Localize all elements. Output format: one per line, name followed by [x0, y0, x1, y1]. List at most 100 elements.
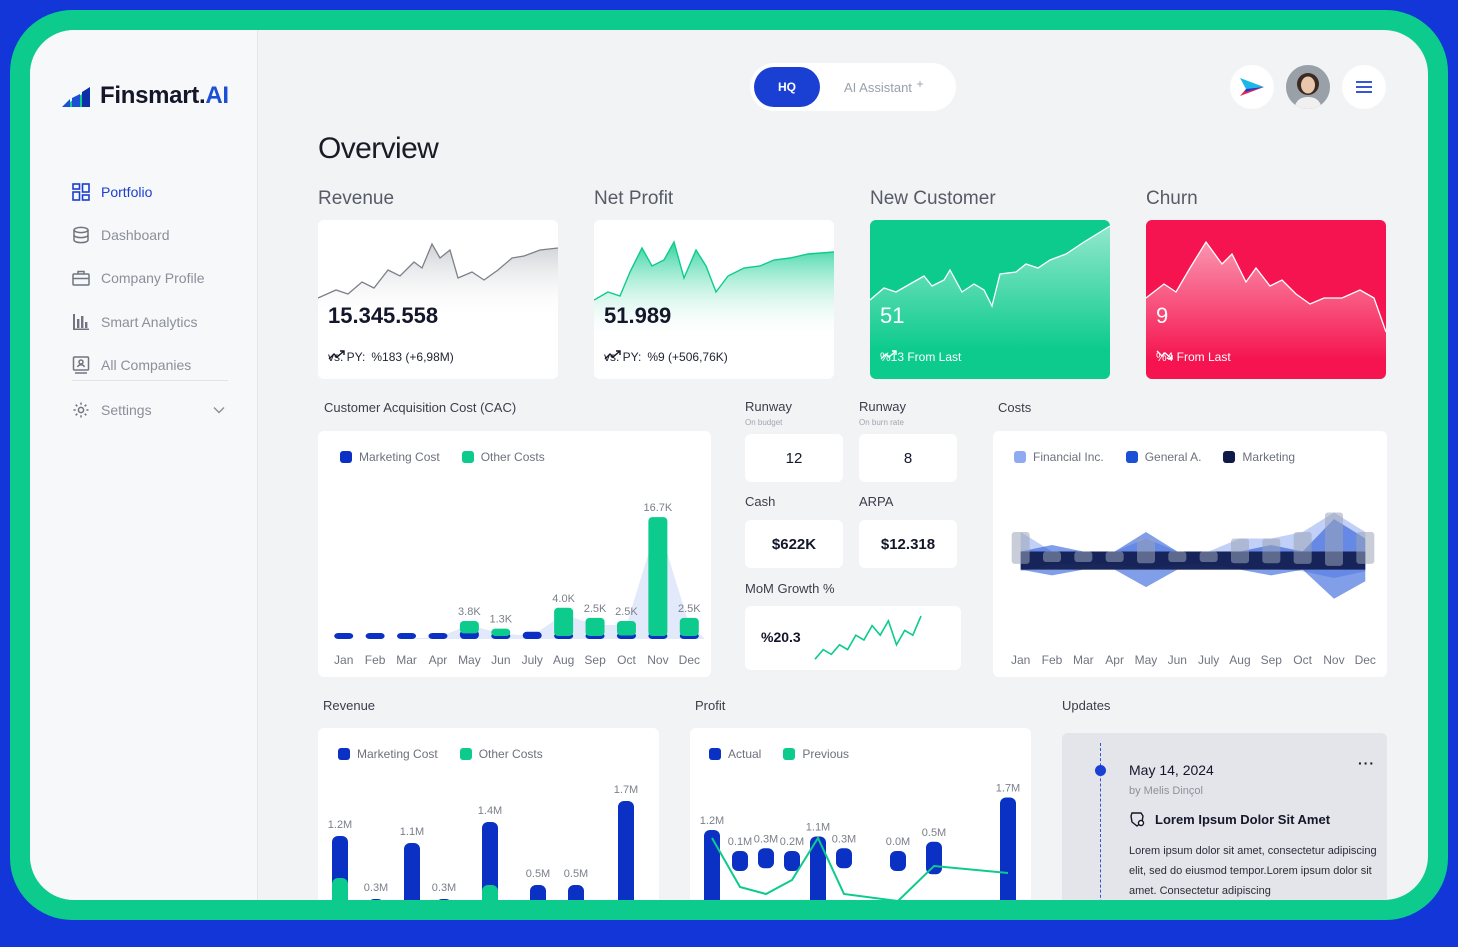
bar-marketing-cost: [618, 801, 634, 900]
trend-down-icon: [1156, 350, 1173, 360]
kpi-change: vs. PY: %183 (+6,98M): [328, 350, 454, 364]
trend-up-icon: [880, 350, 897, 360]
runway-burn-label: Runway: [859, 399, 906, 414]
kpi-card-churn[interactable]: 9 %4 From Last: [1146, 220, 1386, 379]
sidebar-item-settings[interactable]: Settings: [72, 388, 232, 431]
x-tick-label: Jan: [1010, 653, 1031, 667]
cac-title: Customer Acquisition Cost (CAC): [324, 400, 517, 415]
bar-marketing-cost: [397, 633, 417, 639]
x-tick-label: Oct: [1293, 653, 1312, 667]
kpi-label-churn: Churn: [1146, 188, 1198, 209]
bar-actual: [784, 851, 800, 871]
bar-actual: [732, 851, 748, 871]
x-tick-label: Oct: [617, 653, 636, 667]
trend-up-icon: [604, 350, 621, 360]
x-tick-label: Dec: [1354, 653, 1376, 667]
badge-icon: [1130, 812, 1145, 827]
menu-button[interactable]: [1342, 65, 1386, 109]
update-body: Lorem ipsum dolor sit amet, consectetur …: [1129, 845, 1377, 897]
avatar[interactable]: [1286, 65, 1330, 109]
data-label: 1.1M: [806, 822, 830, 834]
sidebar-item-portfolio[interactable]: Portfolio: [72, 170, 232, 213]
bar-marketing-cost: [530, 885, 546, 900]
bar-actual: [758, 848, 774, 869]
arpa-value: $12.318: [859, 520, 957, 568]
kpi-label-net-profit: Net Profit: [594, 188, 674, 209]
bar-other-costs: [332, 878, 348, 900]
data-label: 1.4M: [478, 805, 502, 817]
bar-other-costs: [585, 617, 605, 636]
data-label: 2.5K: [615, 606, 638, 618]
tab-ai-assistant[interactable]: AI Assistant: [844, 80, 924, 95]
kpi-card-new-customer[interactable]: 51 %13 From Last: [870, 220, 1110, 379]
cost-bar-financial: [1231, 538, 1249, 564]
x-tick-label: Feb: [1041, 653, 1063, 667]
sidebar-item-smart-analytics[interactable]: Smart Analytics: [72, 300, 232, 343]
sidebar-item-label: Portfolio: [101, 183, 153, 200]
x-tick-label: Feb: [364, 653, 386, 667]
sidebar-item-label: Dashboard: [101, 226, 170, 243]
bar-other-costs: [554, 607, 574, 636]
cost-bar-financial: [1137, 538, 1155, 564]
x-tick-label: Aug: [552, 653, 575, 667]
page-title: Overview: [318, 132, 439, 165]
x-tick-label: Nov: [1323, 653, 1345, 667]
logo-mark-icon: [62, 87, 90, 107]
update-date: May 14, 2024: [1129, 762, 1214, 778]
bar-marketing-cost: [404, 843, 420, 900]
bar-other-costs: [482, 885, 498, 900]
profit-chart-panel: Actual Previous 1.2M 0.1M 0.3M 0.2M 1.1M 0.3M…: [690, 728, 1031, 900]
x-tick-label: Jun: [491, 653, 511, 667]
profit-chart-title: Profit: [695, 698, 726, 713]
costs-chart-panel: Financial Inc. General A. Marketing Jan F…: [993, 431, 1387, 677]
bar-other-costs: [616, 621, 636, 636]
x-tick-label: Mar: [1072, 653, 1094, 667]
x-tick-label: July: [521, 653, 543, 667]
timeline-dot: [1095, 765, 1106, 776]
brand-logo[interactable]: Finsmart.AI: [60, 82, 229, 110]
bar-marketing-cost: [334, 633, 354, 639]
tab-hq[interactable]: HQ: [754, 67, 820, 107]
bar-actual: [836, 848, 852, 869]
revenue-chart-title: Revenue: [323, 698, 376, 713]
data-label: 4.0K: [552, 593, 575, 605]
x-tick-label: Jun: [1167, 653, 1187, 667]
data-label: 2.5K: [678, 603, 701, 615]
x-tick-label: Nov: [647, 653, 669, 667]
cost-bar-financial: [1105, 551, 1124, 562]
runway-budget-sub: On budget: [745, 418, 783, 427]
sidebar-item-dashboard[interactable]: Dashboard: [72, 213, 232, 256]
kpi-change: %13 From Last: [880, 350, 962, 364]
update-card[interactable]: May 14, 2024 ··· by Melis Dinçol Lorem I…: [1062, 733, 1387, 900]
revenue-bar-chart: 1.2M 0.3M 1.1M 0.3M 1.4M 0.5M 0.5M 1.7M: [328, 784, 638, 900]
kpi-value: 51: [880, 303, 905, 328]
cost-bar-financial: [1011, 532, 1030, 564]
data-label: 1.7M: [996, 783, 1020, 795]
kpi-value: 15.345.558: [328, 303, 439, 328]
data-label: 2.5K: [584, 603, 607, 615]
mom-growth-card: %20.3: [745, 606, 961, 670]
data-label: 1.3K: [489, 614, 512, 626]
paper-plane-icon: [1240, 78, 1264, 96]
bar-marketing-cost: [370, 899, 382, 900]
send-button[interactable]: [1230, 65, 1274, 109]
cac-bar-chart: 3.8K 1.3K 4.0K 2.5K 2.5K 16.7K 2.5K: [328, 502, 705, 639]
data-label: 16.7K: [644, 502, 673, 514]
kpi-card-revenue[interactable]: 15.345.558 vs. PY: %183 (+6,98M): [318, 220, 558, 379]
sidebar-item-company-profile[interactable]: Company Profile: [72, 257, 232, 300]
x-tick-label: May: [458, 653, 481, 667]
gear-icon: [73, 402, 89, 418]
sidebar: Finsmart.AI Portfolio Dashboard Company …: [30, 30, 258, 900]
data-label: 1.2M: [328, 819, 352, 831]
data-label: 0.3M: [832, 833, 856, 845]
mode-toggle: HQ AI Assistant: [750, 63, 956, 111]
chevron-down-icon[interactable]: [210, 406, 228, 414]
bar-marketing-cost: [568, 885, 584, 900]
kpi-card-net-profit[interactable]: 51.989 vs. PY: %9 (+506,76K): [594, 220, 834, 379]
bar-other-costs: [459, 621, 479, 634]
x-tick-label: Mar: [396, 653, 417, 667]
sidebar-item-label: Company Profile: [101, 270, 205, 287]
more-options-button[interactable]: ···: [1358, 755, 1375, 771]
x-tick-label: Jan: [334, 653, 354, 667]
bar-other-costs: [491, 628, 511, 636]
